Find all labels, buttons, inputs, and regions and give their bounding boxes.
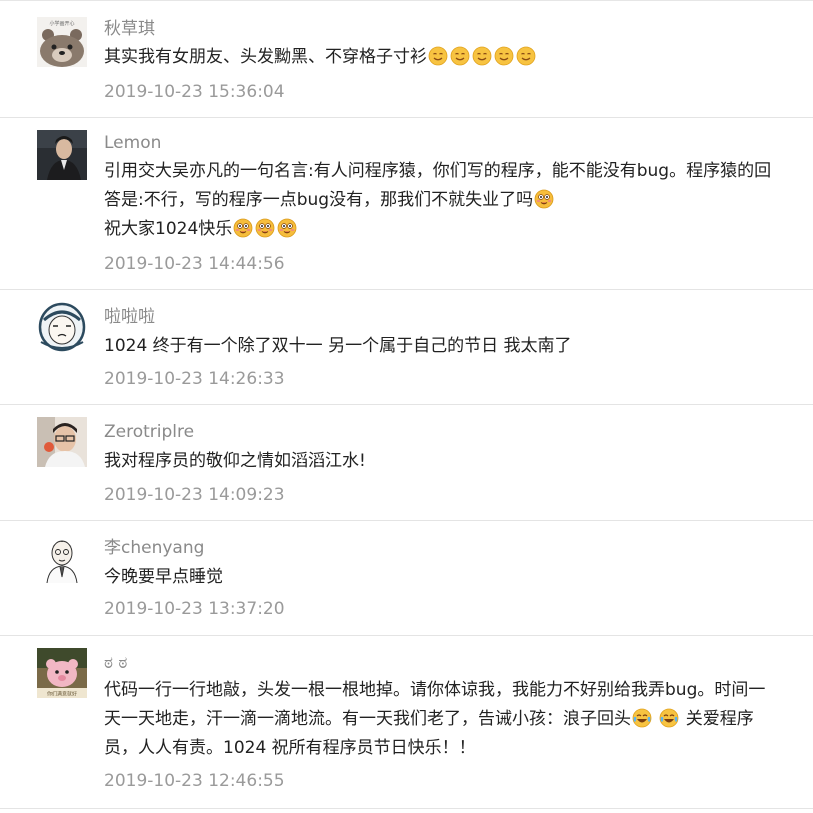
- cartoon-face-avatar[interactable]: [37, 302, 87, 352]
- pink-animal-avatar[interactable]: 你们满意就好: [37, 648, 87, 698]
- comment-item: 啦啦啦 1024 终于有一个除了双十一 另一个属于自己的节日 我太南了 2019…: [0, 290, 813, 405]
- comment-line-text: 答是:不行，写的程序一点bug没有，那我们不就失业了吗: [104, 190, 534, 210]
- comment-item: 李chenyang 今晚要早点睡觉 2019-10-23 13:37:20: [0, 521, 813, 636]
- bear-avatar[interactable]: 小学画开心: [37, 17, 87, 67]
- comment-item: 你们满意就好 ಠ ಠ 代码一行一行地敲，头发一根一根地掉。请你体谅我，我能力不好…: [0, 636, 813, 809]
- comment-timestamp: 2019-10-23 14:44:56: [104, 254, 285, 274]
- comment-text: 今晚要早点睡觉: [104, 563, 799, 592]
- comment-line: 引用交大吴亦凡的一句名言:有人问程序猿，你们写的程序，能不能没有bug。程序猿的…: [104, 161, 772, 181]
- laugh-cry-emoji-icon: [659, 708, 679, 728]
- cheeky-emoji-icon: [255, 218, 275, 238]
- laugh-cry-emoji-icon: [632, 708, 652, 728]
- smile-emoji-icon: [494, 46, 514, 66]
- comment-item: Zerotriplre 我对程序员的敬仰之情如滔滔江水! 2019-10-23 …: [0, 405, 813, 521]
- comment-line-text: 祝大家1024快乐: [104, 219, 233, 239]
- comment-username[interactable]: 啦啦啦: [104, 305, 155, 329]
- comment-timestamp: 2019-10-23 14:26:33: [104, 369, 285, 389]
- comment-text: 引用交大吴亦凡的一句名言:有人问程序猿，你们写的程序，能不能没有bug。程序猿的…: [104, 157, 799, 244]
- comment-line: 其实我有女朋友、头发黝黑、不穿格子寸衫: [104, 43, 799, 72]
- comment-line-text: 关爱程序: [680, 709, 754, 729]
- comment-line: 答是:不行，写的程序一点bug没有，那我们不就失业了吗: [104, 186, 799, 215]
- svg-text:你们满意就好: 你们满意就好: [47, 691, 77, 698]
- svg-text:小学画开心: 小学画开心: [49, 20, 74, 27]
- comment-text: 代码一行一行地敲，头发一根一根地掉。请你体谅我，我能力不好别给我弄bug。时间一…: [104, 676, 799, 763]
- cheeky-emoji-icon: [277, 218, 297, 238]
- comment-line-text: 天一天地走，汗一滴一滴地流。有一天我们老了，告诫小孩：浪子回头: [104, 709, 631, 729]
- comment-timestamp: 2019-10-23 15:36:04: [104, 82, 285, 102]
- cheeky-emoji-icon: [233, 218, 253, 238]
- comment-line: 今晚要早点睡觉: [104, 567, 223, 587]
- comment-username[interactable]: 秋草琪: [104, 17, 155, 41]
- comment-timestamp: 2019-10-23 13:37:20: [104, 599, 285, 619]
- comment-username[interactable]: Zerotriplre: [104, 420, 194, 444]
- comment-line: 1024 终于有一个除了双十一 另一个属于自己的节日 我太南了: [104, 336, 572, 356]
- comment-timestamp: 2019-10-23 14:09:23: [104, 485, 285, 505]
- comment-text: 我对程序员的敬仰之情如滔滔江水!: [104, 447, 799, 476]
- comment-text: 1024 终于有一个除了双十一 另一个属于自己的节日 我太南了: [104, 332, 799, 361]
- comment-timestamp: 2019-10-23 12:46:55: [104, 771, 285, 791]
- comment-username[interactable]: 李chenyang: [104, 536, 204, 560]
- selfie-avatar[interactable]: [37, 417, 87, 467]
- comment-username[interactable]: Lemon: [104, 131, 161, 155]
- sketch-man-avatar[interactable]: [37, 533, 87, 583]
- comment-line: 代码一行一行地敲，头发一根一根地掉。请你体谅我，我能力不好别给我弄bug。时间一: [104, 680, 766, 700]
- comment-username[interactable]: ಠ ಠ: [104, 651, 127, 675]
- smile-emoji-icon: [428, 46, 448, 66]
- comment-line: 我对程序员的敬仰之情如滔滔江水!: [104, 451, 366, 471]
- comment-item: Lemon 引用交大吴亦凡的一句名言:有人问程序猿，你们写的程序，能不能没有bu…: [0, 118, 813, 290]
- smile-emoji-icon: [516, 46, 536, 66]
- smile-emoji-icon: [472, 46, 492, 66]
- comment-line: 天一天地走，汗一滴一滴地流。有一天我们老了，告诫小孩：浪子回头 关爱程序: [104, 705, 799, 734]
- smile-emoji-icon: [450, 46, 470, 66]
- comment-item: 小学画开心 秋草琪 其实我有女朋友、头发黝黑、不穿格子寸衫 2019-10-23…: [0, 0, 813, 118]
- comment-line: 祝大家1024快乐: [104, 215, 799, 244]
- cheeky-emoji-icon: [534, 189, 554, 209]
- comment-text: 其实我有女朋友、头发黝黑、不穿格子寸衫: [104, 43, 799, 72]
- man-portrait-avatar[interactable]: [37, 130, 87, 180]
- comment-line-text: 其实我有女朋友、头发黝黑、不穿格子寸衫: [104, 47, 427, 67]
- comment-line: 员，人人有责。1024 祝所有程序员节日快乐！！: [104, 738, 476, 758]
